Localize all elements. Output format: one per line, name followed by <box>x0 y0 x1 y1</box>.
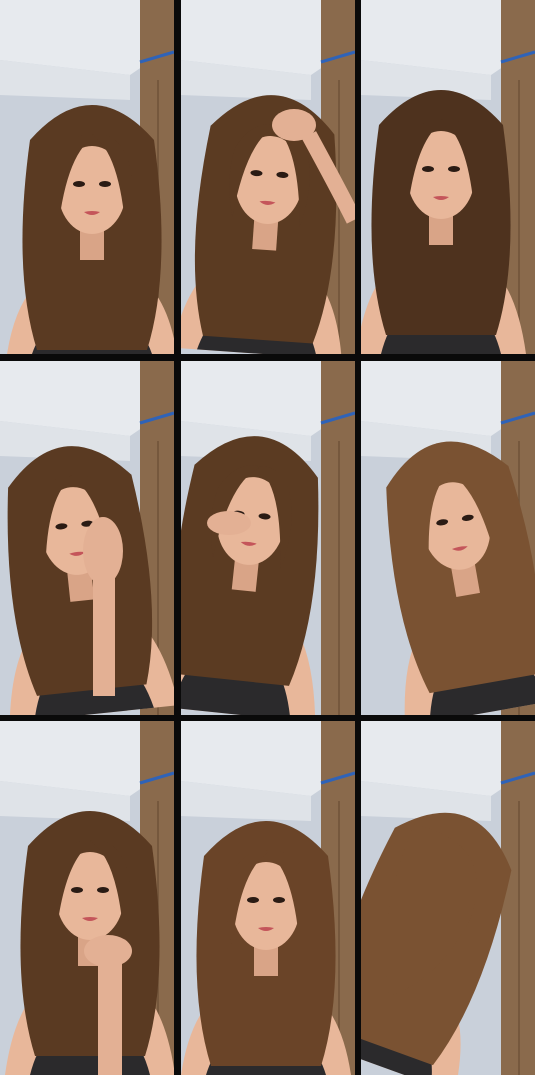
portrait-scene <box>361 0 535 354</box>
collage-tile-8 <box>181 721 355 1075</box>
collage-tile-6 <box>361 361 535 715</box>
portrait-scene <box>361 721 535 1075</box>
photo-collage-grid <box>0 0 535 1075</box>
collage-tile-3 <box>361 0 535 354</box>
collage-tile-5 <box>181 361 355 715</box>
right-eye <box>273 897 285 903</box>
portrait-scene <box>181 0 355 354</box>
portrait-scene <box>181 721 355 1075</box>
arm <box>98 958 122 1075</box>
left-eye <box>247 897 259 903</box>
collage-tile-4 <box>0 361 174 715</box>
collage-tile-1 <box>0 0 174 354</box>
left-eye <box>73 181 85 187</box>
person <box>181 821 351 1075</box>
hand <box>83 517 123 585</box>
right-eye <box>448 166 460 172</box>
hand <box>207 511 251 535</box>
collage-tile-7 <box>0 721 174 1075</box>
portrait-scene <box>181 361 355 715</box>
portrait-scene <box>0 0 174 354</box>
left-eye <box>71 887 83 893</box>
right-eye <box>97 887 109 893</box>
collage-tile-2 <box>181 0 355 354</box>
arm <box>93 576 115 696</box>
left-eye <box>422 166 434 172</box>
portrait-scene <box>361 361 535 715</box>
portrait-scene <box>0 721 174 1075</box>
person <box>361 90 526 354</box>
person <box>7 105 174 354</box>
right-eye <box>99 181 111 187</box>
portrait-scene <box>0 361 174 715</box>
collage-tile-9 <box>361 721 535 1075</box>
